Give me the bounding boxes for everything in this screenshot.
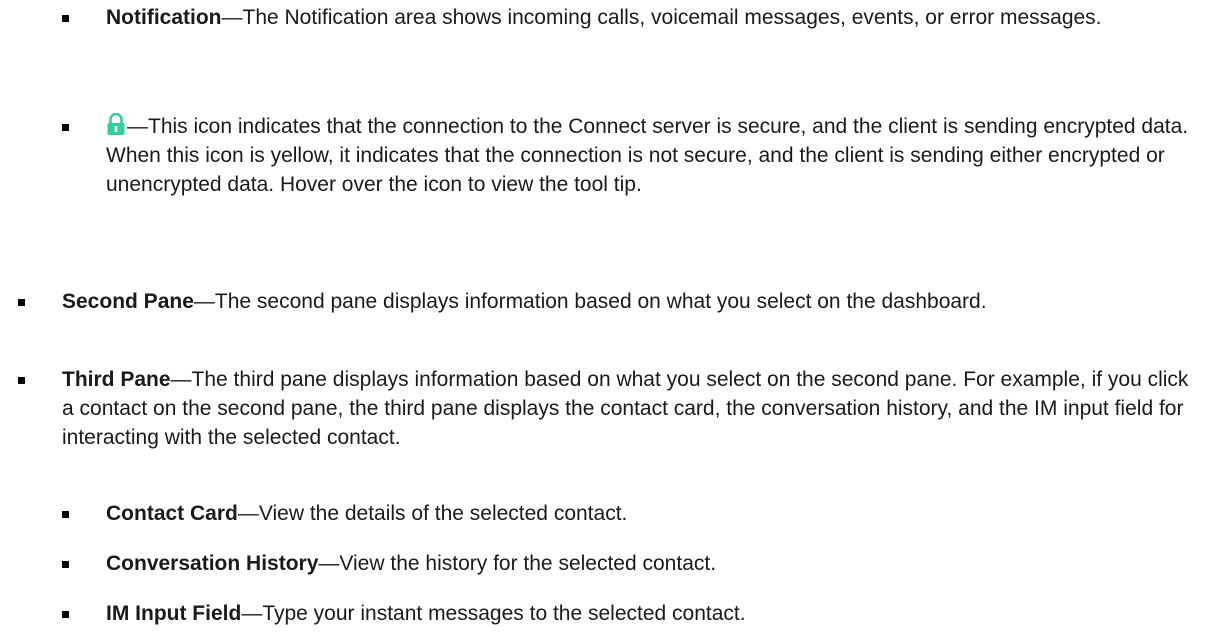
third-pane-text: The third pane displays information base…	[62, 368, 1189, 449]
lock-icon	[107, 113, 125, 135]
third-pane-title: Third Pane	[62, 368, 171, 391]
im-input-field-title: IM Input Field	[106, 602, 242, 625]
conversation-history-item: Conversation History—View the history fo…	[62, 549, 1193, 578]
notification-text: The Notification area shows incoming cal…	[242, 6, 1102, 29]
bullet	[62, 561, 69, 568]
lock-text: This icon indicates that the connection …	[106, 115, 1189, 196]
conversation-history-dash: —	[318, 552, 340, 575]
contact-card-title: Contact Card	[106, 502, 238, 525]
bullet	[62, 511, 69, 518]
lock-dash: —	[127, 115, 148, 138]
third-pane-dash: —	[170, 368, 192, 391]
contact-card-text: View the details of the selected contact…	[258, 502, 628, 525]
bullet	[62, 15, 69, 22]
second-pane-title: Second Pane	[62, 290, 194, 313]
third-pane-item: Third Pane—The third pane displays infor…	[18, 365, 1193, 452]
second-pane-dash: —	[193, 290, 215, 313]
bullet	[62, 124, 69, 131]
conversation-history-title: Conversation History	[106, 552, 319, 575]
second-pane-item: Second Pane—The second pane displays inf…	[18, 287, 1193, 316]
bullet	[18, 299, 25, 306]
notification-dash: —	[221, 6, 243, 29]
bullet	[62, 611, 69, 618]
conversation-history-text: View the history for the selected contac…	[339, 552, 717, 575]
im-input-field-text: Type your instant messages to the select…	[262, 602, 746, 625]
lock-icon-item: —This icon indicates that the connection…	[62, 112, 1193, 199]
im-input-field-dash: —	[241, 602, 263, 625]
notification-item: Notification—The Notification area shows…	[62, 3, 1193, 32]
second-pane-text: The second pane displays information bas…	[214, 290, 987, 313]
im-input-field-item: IM Input Field—Type your instant message…	[62, 599, 1193, 628]
notification-title: Notification	[106, 6, 222, 29]
contact-card-item: Contact Card—View the details of the sel…	[62, 499, 1193, 528]
bullet	[18, 377, 25, 384]
contact-card-dash: —	[237, 502, 259, 525]
